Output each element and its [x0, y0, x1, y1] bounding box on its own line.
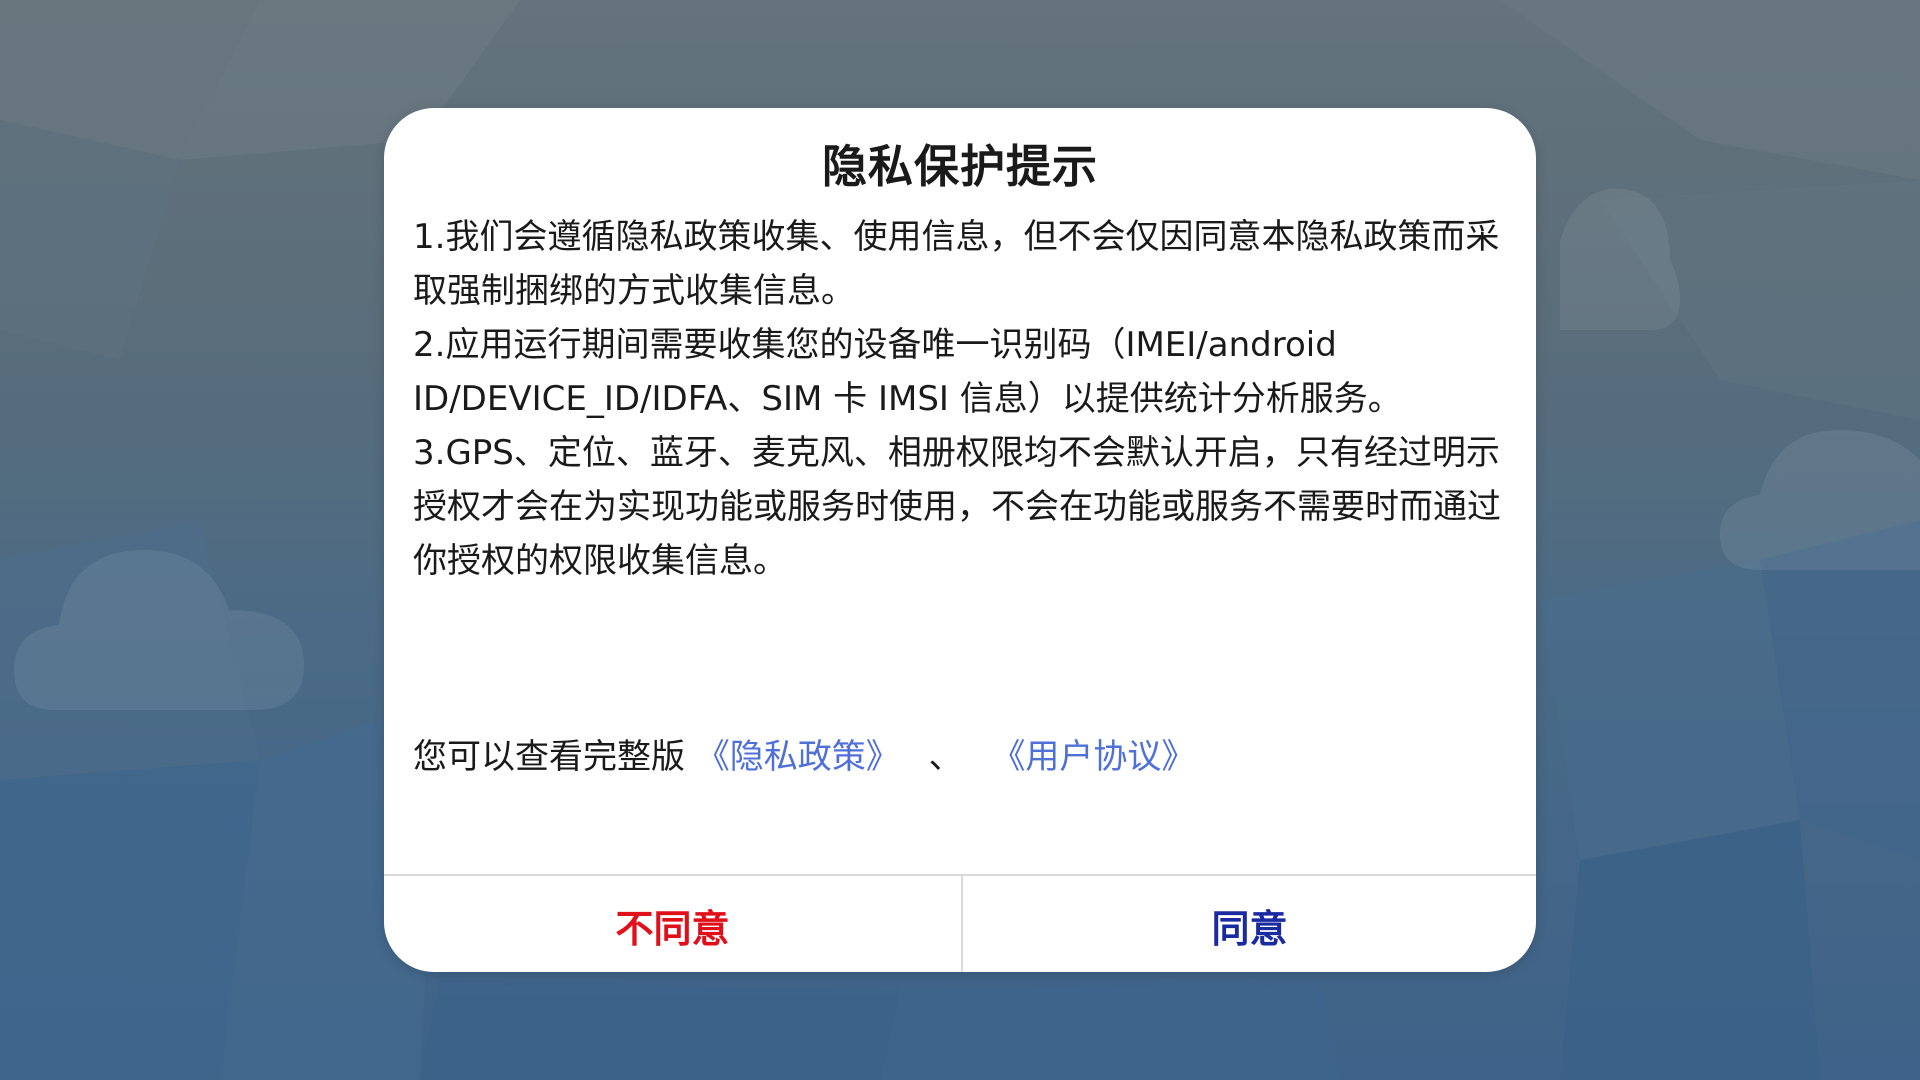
dialog-title: 隐私保护提示 [821, 140, 1098, 193]
cloud-shape [1560, 188, 1680, 330]
privacy-policy-link[interactable]: 《隐私政策》 [696, 737, 900, 777]
dialog-body: 1.我们会遵循隐私政策收集、使用信息，但不会仅因同意本隐私政策而采取强制捆绑的方… [413, 210, 1513, 588]
cloud-shape [14, 550, 304, 710]
user-agreement-link[interactable]: 《用户协议》 [991, 737, 1195, 777]
agree-button[interactable]: 同意 [963, 876, 1536, 972]
links-separator: 、 [928, 737, 963, 777]
disagree-button[interactable]: 不同意 [384, 876, 963, 972]
privacy-paragraph-2: 2.应用运行期间需要收集您的设备唯一识别码（IMEI/android ID/DE… [413, 325, 1402, 419]
privacy-paragraph-3: 3.GPS、定位、蓝牙、麦克风、相册权限均不会默认开启，只有经过明示授权才会在为… [413, 433, 1501, 581]
privacy-dialog: 隐私保护提示 1.我们会遵循隐私政策收集、使用信息，但不会仅因同意本隐私政策而采… [384, 108, 1536, 972]
privacy-paragraph-1: 1.我们会遵循隐私政策收集、使用信息，但不会仅因同意本隐私政策而采取强制捆绑的方… [413, 217, 1500, 311]
cloud-shape [1720, 430, 1920, 570]
links-prefix: 您可以查看完整版 [413, 737, 685, 777]
dialog-button-bar: 不同意 同意 [384, 874, 1536, 972]
policy-links-line: 您可以查看完整版 《隐私政策》 、 《用户协议》 [413, 730, 1513, 784]
